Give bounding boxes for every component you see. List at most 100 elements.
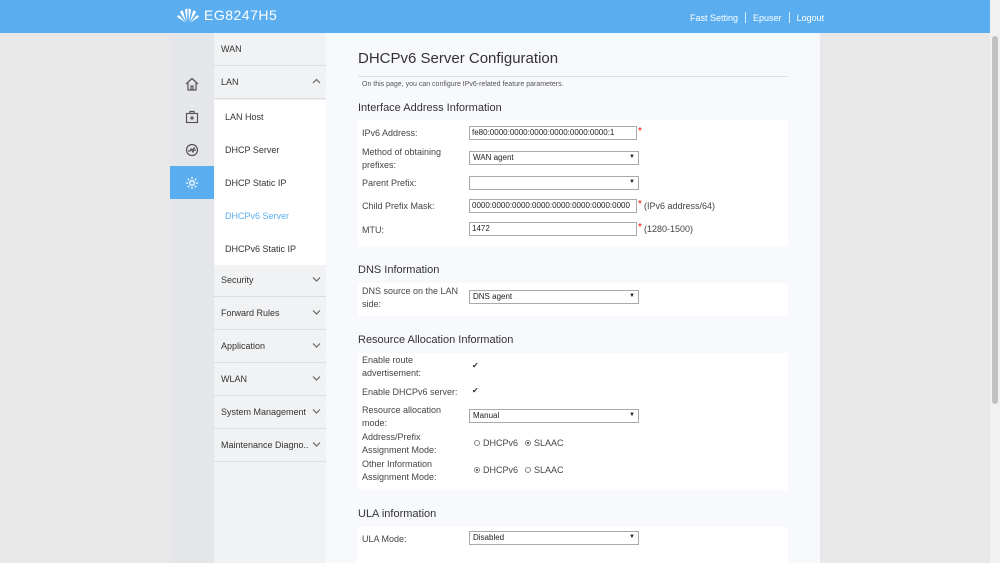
address-assignment-label: Address/Prefix Assignment Mode: [362,432,437,455]
menu-item-label: Application [221,341,266,351]
product-name: EG8247H5 [204,7,278,23]
section-title-dns: DNS Information [358,264,440,276]
interface-panel: IPv6 Address: fe80:0000:0000:0000:0000:0… [358,120,788,246]
submenu-dhcpv6-static-ip[interactable]: DHCPv6 Static IP [214,232,326,265]
other-mode-dhcpv6-radio[interactable] [474,467,480,473]
top-bar: EG8247H5 Fast Setting Epuser Logout [0,0,990,33]
title-divider [358,76,788,77]
fast-setting-link[interactable]: Fast Setting [690,13,738,23]
dns-source-select[interactable]: DNS agent [469,290,639,304]
gauge-icon [185,143,199,156]
other-mode-slaac-label: SLAAC [534,465,564,475]
huawei-logo-icon [177,8,199,23]
top-nav: Fast Setting Epuser Logout [690,12,824,23]
page-title: DHCPv6 Server Configuration [358,50,559,67]
menu-item-forward-rules[interactable]: Forward Rules [214,297,326,330]
menu-item-label: Security [221,275,254,285]
ipv6-address-input[interactable]: fe80:0000:0000:0000:0000:0000:0000:1 [469,126,637,140]
menu-item-label: WAN [221,44,242,54]
chevron-down-icon [312,277,321,282]
allocation-mode-value: Manual [473,411,500,420]
menu-item-system-management[interactable]: System Management [214,396,326,429]
menu-item-label: LAN [221,77,239,87]
brand-logo: EG8247H5 [176,7,277,23]
section-title-ula: ULA information [358,508,437,520]
address-mode-slaac-radio[interactable] [525,440,531,446]
section-title-interface: Interface Address Information [358,102,502,114]
section-title-resource: Resource Allocation Information [358,334,514,346]
submenu-lan-host[interactable]: LAN Host [214,100,326,133]
submenu-dhcp-static-ip[interactable]: DHCP Static IP [214,166,326,199]
parent-prefix-select[interactable] [469,176,639,190]
parent-prefix-label: Parent Prefix: [362,178,417,188]
ula-mode-value: Disabled [473,533,505,542]
route-advertisement-checkbox[interactable]: ✔ [472,362,479,370]
menu-item-wlan[interactable]: WLAN [214,363,326,396]
menu-item-label: Forward Rules [221,308,280,318]
address-mode-dhcpv6-label: DHCPv6 [483,438,519,448]
other-mode-dhcpv6-label: DHCPv6 [483,465,519,475]
status-button[interactable] [170,133,214,166]
dhcpv6-server-checkbox[interactable]: ✔ [472,387,479,395]
method-label: Method of obtaining prefixes: [362,147,442,170]
resource-panel: Enable route advertisement: ✔ Enable DHC… [358,353,788,490]
chevron-down-icon [312,310,321,315]
required-marker: * [638,126,642,137]
dns-source-value: DNS agent [473,292,513,301]
child-mask-label: Child Prefix Mask: [362,201,435,211]
page-description: On this page, you can configure IPv6-rel… [362,81,564,88]
user-link[interactable]: Epuser [753,13,782,23]
other-mode-slaac-radio[interactable] [525,467,531,473]
medkit-icon [185,110,199,123]
dhcpv6-server-label: Enable DHCPv6 server: [362,387,458,397]
mtu-hint: (1280-1500) [644,224,694,234]
submenu-dhcpv6-server[interactable]: DHCPv6 Server [214,199,326,232]
menu-item-wan[interactable]: WAN [214,33,326,66]
chevron-up-icon [312,78,321,84]
other-info-label: Other Information Assignment Mode: [362,459,437,482]
chevron-down-icon [312,376,321,381]
icon-sidebar [170,33,220,563]
home-button[interactable] [170,67,214,100]
method-select-value: WAN agent [473,153,514,162]
allocation-mode-label: Resource allocation mode: [362,405,442,428]
scrollbar-thumb[interactable] [992,36,998,404]
chevron-down-icon [312,442,321,447]
required-marker: * [638,199,642,210]
chevron-down-icon [312,409,321,414]
route-advertisement-label: Enable route advertisement: [362,355,422,378]
menu-item-application[interactable]: Application [214,330,326,363]
submenu-dhcp-server[interactable]: DHCP Server [214,133,326,166]
ula-panel: ULA Mode: Disabled [358,527,788,563]
side-menu: WAN LAN LAN Host DHCP Server DHCP Static… [214,33,326,563]
mtu-label: MTU: [362,225,384,235]
menu-item-label: System Management [221,407,307,417]
mtu-input[interactable]: 1472 [469,222,637,236]
diagnose-button[interactable] [170,100,214,133]
ula-mode-select[interactable]: Disabled [469,531,639,545]
dns-panel: DNS source on the LAN side: DNS agent [358,283,788,316]
address-mode-dhcpv6-radio[interactable] [474,440,480,446]
home-icon [185,77,199,91]
menu-item-label: Maintenance Diagno.. [221,440,309,450]
menu-item-lan[interactable]: LAN [214,66,326,99]
ipv6-address-label: IPv6 Address: [362,128,418,138]
nav-divider [745,12,747,23]
child-mask-input[interactable]: 0000:0000:0000:0000:0000:0000:0000:0000 [469,199,637,213]
menu-item-security[interactable]: Security [214,264,326,297]
address-mode-slaac-label: SLAAC [534,438,564,448]
child-mask-hint: (IPv6 address/64) [644,201,716,211]
menu-item-label: WLAN [221,374,248,384]
allocation-mode-select[interactable]: Manual [469,409,639,423]
logout-link[interactable]: Logout [797,13,825,23]
settings-button[interactable] [170,166,220,199]
dns-source-label: DNS source on the LAN side: [362,286,459,309]
gear-icon [186,176,198,189]
nav-divider [788,12,790,23]
menu-item-maintenance[interactable]: Maintenance Diagno.. [214,429,326,462]
method-select[interactable]: WAN agent [469,151,639,165]
chevron-down-icon [312,343,321,348]
ula-mode-label: ULA Mode: [362,534,407,544]
required-marker: * [638,222,642,233]
main-content: DHCPv6 Server Configuration On this page… [326,33,820,563]
